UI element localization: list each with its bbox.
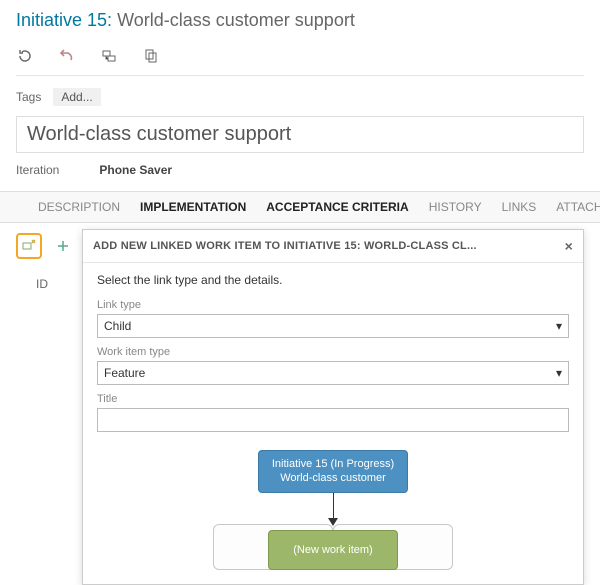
toolbar bbox=[16, 43, 584, 76]
title-input-field[interactable] bbox=[97, 408, 569, 432]
title-field-label: Title bbox=[97, 393, 569, 405]
title-input[interactable]: World-class customer support bbox=[16, 116, 584, 153]
parent-node-line2: World-class customer bbox=[271, 471, 395, 485]
close-icon[interactable]: × bbox=[565, 238, 573, 254]
parent-node-line1: Initiative 15 (In Progress) bbox=[271, 457, 395, 471]
tags-label: Tags bbox=[16, 90, 41, 104]
tags-add-button[interactable]: Add... bbox=[53, 88, 100, 106]
chevron-down-icon: ▾ bbox=[556, 319, 562, 333]
tab-links[interactable]: LINKS bbox=[492, 192, 547, 222]
implementation-panel: ID ADD NEW LINKED WORK ITEM TO INITIATIV… bbox=[0, 223, 600, 553]
chevron-down-icon: ▾ bbox=[556, 366, 562, 380]
work-item-type-select[interactable]: Feature ▾ bbox=[97, 361, 569, 385]
dialog-instruction: Select the link type and the details. bbox=[97, 273, 569, 287]
parent-work-item-node: Initiative 15 (In Progress) World-class … bbox=[258, 450, 408, 493]
tab-description[interactable]: DESCRIPTION bbox=[28, 192, 130, 222]
tabs: DESCRIPTION IMPLEMENTATION ACCEPTANCE CR… bbox=[0, 191, 600, 223]
new-linked-item-button[interactable] bbox=[16, 233, 42, 259]
arrow-stem bbox=[333, 493, 334, 519]
link-work-item-icon[interactable] bbox=[100, 47, 118, 65]
tags-row: Tags Add... bbox=[16, 82, 584, 112]
link-type-value: Child bbox=[104, 319, 131, 333]
link-diagram: Initiative 15 (In Progress) World-class … bbox=[97, 450, 569, 570]
tab-history[interactable]: HISTORY bbox=[419, 192, 492, 222]
undo-icon[interactable] bbox=[58, 47, 76, 65]
iteration-value[interactable]: Phone Saver bbox=[99, 163, 172, 177]
copy-icon[interactable] bbox=[142, 47, 160, 65]
dialog-title: ADD NEW LINKED WORK ITEM TO INITIATIVE 1… bbox=[93, 240, 477, 252]
children-row: (New work item) bbox=[213, 524, 453, 570]
tab-acceptance[interactable]: ACCEPTANCE CRITERIA bbox=[256, 192, 418, 222]
page-title: Initiative 15: World-class customer supp… bbox=[16, 10, 584, 31]
id-column-label: ID bbox=[36, 277, 48, 291]
work-item-type-value: Feature bbox=[104, 366, 145, 380]
refresh-icon[interactable] bbox=[16, 47, 34, 65]
work-item-type-label: Work item type bbox=[97, 346, 569, 358]
new-work-item-node: (New work item) bbox=[268, 530, 398, 570]
iteration-row: Iteration Phone Saver bbox=[16, 163, 584, 187]
title-prefix: Initiative 15: bbox=[16, 10, 112, 30]
link-type-select[interactable]: Child ▾ bbox=[97, 314, 569, 338]
link-type-label: Link type bbox=[97, 299, 569, 311]
title-text: World-class customer support bbox=[117, 10, 355, 30]
add-link-button[interactable] bbox=[50, 233, 76, 259]
iteration-label: Iteration bbox=[16, 163, 59, 177]
add-linked-item-dialog: ADD NEW LINKED WORK ITEM TO INITIATIVE 1… bbox=[82, 229, 584, 585]
tab-attachments[interactable]: ATTACH... bbox=[546, 192, 600, 222]
tab-implementation[interactable]: IMPLEMENTATION bbox=[130, 192, 256, 222]
